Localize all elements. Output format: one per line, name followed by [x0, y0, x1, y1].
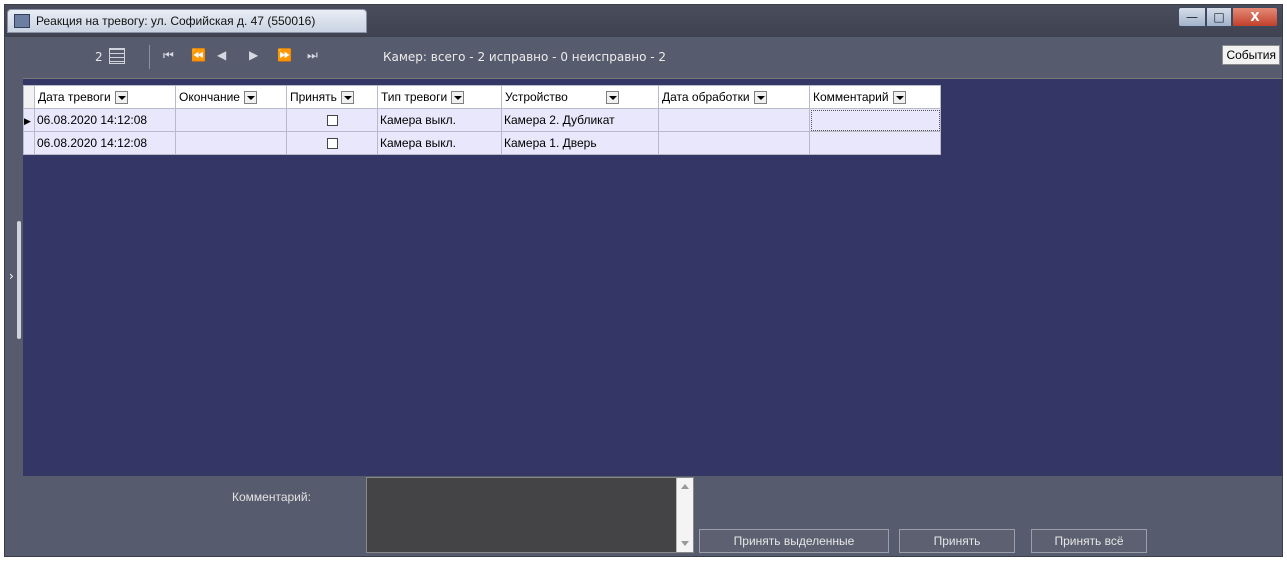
- filter-dropdown-icon[interactable]: [243, 91, 257, 105]
- window-controls: — □ X: [1178, 7, 1278, 27]
- end-cell[interactable]: [175, 131, 287, 155]
- next-record-icon[interactable]: ▶: [249, 48, 258, 62]
- comment-cell[interactable]: [809, 108, 941, 132]
- prev-record-icon[interactable]: ◀: [217, 48, 226, 62]
- table-row[interactable]: 06.08.2020 14:12:08 Камера выкл. Камера …: [23, 131, 941, 155]
- table-row[interactable]: ▶ 06.08.2020 14:12:08 Камера выкл. Камер…: [23, 108, 941, 132]
- maximize-button[interactable]: □: [1206, 7, 1232, 27]
- maximize-icon: □: [1213, 10, 1225, 24]
- last-record-icon[interactable]: ⏭: [307, 48, 318, 63]
- comment-cell[interactable]: [809, 131, 941, 155]
- column-header[interactable]: Принять: [286, 85, 378, 109]
- alarm-reaction-window: Реакция на тревогу: ул. Софийская д. 47 …: [4, 4, 1283, 557]
- prev-page-icon[interactable]: ⏪: [191, 48, 206, 62]
- processed-date-cell[interactable]: [658, 108, 810, 132]
- accept-selected-button[interactable]: Принять выделенные: [699, 529, 889, 553]
- column-header[interactable]: Дата обработки: [658, 85, 810, 109]
- column-header[interactable]: Тип тревоги: [377, 85, 502, 109]
- title-tab[interactable]: Реакция на тревогу: ул. Софийская д. 47 …: [7, 9, 367, 33]
- filter-dropdown-icon[interactable]: [340, 91, 354, 105]
- accept-cell[interactable]: [286, 108, 378, 132]
- alarm-grid: Дата тревоги Окончание Принять Тип трево…: [23, 78, 1282, 477]
- row-selector[interactable]: ▶: [23, 108, 35, 132]
- end-cell[interactable]: [175, 108, 287, 132]
- record-count: 2: [95, 50, 103, 64]
- filter-dropdown-icon[interactable]: [605, 91, 619, 105]
- accept-cell[interactable]: [286, 131, 378, 155]
- table-header-row: Дата тревоги Окончание Принять Тип трево…: [23, 85, 941, 109]
- device-cell[interactable]: Камера 2. Дубликат: [501, 108, 659, 132]
- filter-dropdown-icon[interactable]: [753, 91, 767, 105]
- camera-status: Камер: всего - 2 исправно - 0 неисправно…: [383, 50, 667, 64]
- next-page-icon[interactable]: ⏩: [277, 48, 292, 62]
- title-bar[interactable]: Реакция на тревогу: ул. Софийская д. 47 …: [5, 5, 1282, 37]
- row-selector[interactable]: [23, 131, 35, 155]
- accept-checkbox[interactable]: [326, 138, 338, 150]
- side-panel-handle[interactable]: [17, 221, 21, 339]
- column-header[interactable]: Комментарий: [809, 85, 941, 109]
- close-icon: X: [1250, 10, 1260, 24]
- bottom-panel: Комментарий: Принять выделенные Принять …: [23, 476, 1282, 556]
- filter-dropdown-icon[interactable]: [114, 91, 128, 105]
- toolbar: 2 ⏮ ⏪ ◀ ▶ ⏩ ⏭ Камер: всего - 2 исправно …: [5, 41, 1205, 73]
- first-record-icon[interactable]: ⏮: [163, 48, 174, 63]
- alarm-date-cell[interactable]: 06.08.2020 14:12:08: [34, 108, 176, 132]
- scroll-up-icon[interactable]: [681, 484, 689, 489]
- accept-all-button[interactable]: Принять всё: [1031, 529, 1147, 553]
- minimize-icon: —: [1186, 10, 1198, 24]
- app-icon: [14, 14, 30, 28]
- filter-dropdown-icon[interactable]: [451, 91, 465, 105]
- row-indicator-header: [23, 85, 35, 109]
- alarm-type-cell[interactable]: Камера выкл.: [377, 131, 502, 155]
- alarm-type-cell[interactable]: Камера выкл.: [377, 108, 502, 132]
- device-cell[interactable]: Камера 1. Дверь: [501, 131, 659, 155]
- processed-date-cell[interactable]: [658, 131, 810, 155]
- minimize-button[interactable]: —: [1178, 7, 1206, 27]
- accept-button[interactable]: Принять: [899, 529, 1015, 553]
- comment-scrollbar[interactable]: [676, 478, 693, 552]
- alarm-date-cell[interactable]: 06.08.2020 14:12:08: [34, 131, 176, 155]
- close-button[interactable]: X: [1232, 7, 1278, 27]
- column-header[interactable]: Устройство: [501, 85, 659, 109]
- filter-dropdown-icon[interactable]: [892, 91, 906, 105]
- column-header[interactable]: Окончание: [175, 85, 287, 109]
- current-row-icon: ▶: [24, 116, 31, 126]
- comment-textarea[interactable]: [366, 477, 694, 553]
- accept-checkbox[interactable]: [326, 115, 338, 127]
- expand-panel-icon[interactable]: ›: [9, 269, 14, 283]
- column-header[interactable]: Дата тревоги: [34, 85, 176, 109]
- grid-view-icon[interactable]: [109, 48, 125, 64]
- toolbar-separator: [149, 45, 150, 69]
- events-button[interactable]: События: [1222, 45, 1280, 65]
- comment-label: Комментарий:: [232, 490, 311, 504]
- scroll-down-icon[interactable]: [681, 541, 689, 546]
- alarm-table: Дата тревоги Окончание Принять Тип трево…: [23, 85, 941, 155]
- window-title: Реакция на тревогу: ул. Софийская д. 47 …: [36, 14, 316, 28]
